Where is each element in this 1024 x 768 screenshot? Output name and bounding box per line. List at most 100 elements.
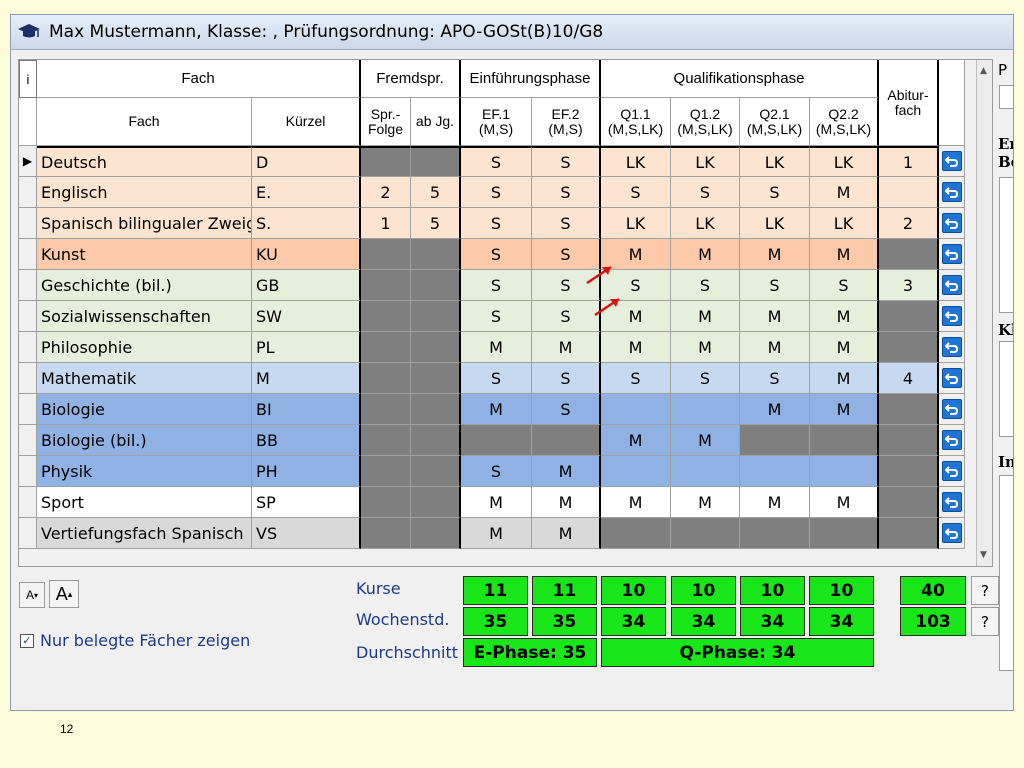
- cell-ef2[interactable]: S: [532, 146, 601, 177]
- cell-q12[interactable]: M: [671, 301, 740, 332]
- cell-q11[interactable]: [601, 456, 671, 487]
- cell-abi[interactable]: [879, 239, 939, 270]
- cell-q12[interactable]: [671, 394, 740, 425]
- row-selector[interactable]: [19, 456, 37, 487]
- cell-q22[interactable]: M: [810, 239, 879, 270]
- row-selector[interactable]: [19, 332, 37, 363]
- cell-ef1[interactable]: M: [461, 487, 532, 518]
- cell-ef1[interactable]: S: [461, 208, 532, 239]
- cell-ef1[interactable]: S: [461, 456, 532, 487]
- cell-ef2[interactable]: S: [532, 270, 601, 301]
- font-smaller-button[interactable]: A ▾: [19, 582, 45, 608]
- cell-spr[interactable]: [361, 425, 411, 456]
- current-row-icon[interactable]: ▶: [19, 146, 37, 177]
- cell-ef2[interactable]: S: [532, 394, 601, 425]
- cell-abi[interactable]: 2: [879, 208, 939, 239]
- cell-spr[interactable]: 1: [361, 208, 411, 239]
- panel-textarea[interactable]: [999, 341, 1013, 437]
- cell-q21[interactable]: M: [740, 394, 810, 425]
- panel-textarea[interactable]: [999, 177, 1013, 313]
- cell-q12[interactable]: M: [671, 487, 740, 518]
- row-selector[interactable]: [19, 270, 37, 301]
- cell-abjg[interactable]: [411, 425, 461, 456]
- cell-ef1[interactable]: M: [461, 332, 532, 363]
- cell-abi[interactable]: [879, 487, 939, 518]
- panel-select[interactable]: [999, 85, 1013, 109]
- cell-abi[interactable]: [879, 177, 939, 208]
- cell-q21[interactable]: [740, 518, 810, 549]
- row-selector[interactable]: [19, 208, 37, 239]
- cell-q21[interactable]: LK: [740, 146, 810, 177]
- row-selector[interactable]: [19, 394, 37, 425]
- cell-ef2[interactable]: S: [532, 301, 601, 332]
- cell-q12[interactable]: M: [671, 239, 740, 270]
- cell-q11[interactable]: S: [601, 363, 671, 394]
- undo-arrow-icon[interactable]: [941, 275, 962, 295]
- cell-abjg[interactable]: 5: [411, 177, 461, 208]
- cell-abjg[interactable]: [411, 363, 461, 394]
- wochenstd-help-button[interactable]: ?: [971, 607, 999, 636]
- cell-ef2[interactable]: S: [532, 239, 601, 270]
- undo-arrow-icon[interactable]: [941, 368, 962, 388]
- undo-arrow-icon[interactable]: [941, 337, 962, 357]
- cell-q12[interactable]: [671, 518, 740, 549]
- cell-q22[interactable]: M: [810, 332, 879, 363]
- cell-abjg[interactable]: [411, 239, 461, 270]
- cell-q21[interactable]: LK: [740, 208, 810, 239]
- cell-spr[interactable]: [361, 301, 411, 332]
- cell-q12[interactable]: S: [671, 363, 740, 394]
- cell-abjg[interactable]: [411, 456, 461, 487]
- cell-q22[interactable]: LK: [810, 208, 879, 239]
- cell-q22[interactable]: M: [810, 301, 879, 332]
- cell-ef2[interactable]: M: [532, 456, 601, 487]
- cell-q12[interactable]: S: [671, 270, 740, 301]
- undo-arrow-icon[interactable]: [941, 151, 962, 171]
- cell-spr[interactable]: [361, 270, 411, 301]
- cell-ef1[interactable]: S: [461, 177, 532, 208]
- cell-abi[interactable]: 4: [879, 363, 939, 394]
- kurse-help-button[interactable]: ?: [971, 576, 999, 605]
- cell-q11[interactable]: LK: [601, 146, 671, 177]
- cell-q22[interactable]: [810, 518, 879, 549]
- undo-arrow-icon[interactable]: [941, 182, 962, 202]
- undo-arrow-icon[interactable]: [941, 523, 962, 543]
- cell-abjg[interactable]: [411, 146, 461, 177]
- cell-abi[interactable]: 1: [879, 146, 939, 177]
- info-button[interactable]: i: [19, 60, 37, 98]
- cell-q21[interactable]: M: [740, 332, 810, 363]
- undo-arrow-icon[interactable]: [941, 399, 962, 419]
- undo-arrow-icon[interactable]: [941, 244, 962, 264]
- cell-q22[interactable]: M: [810, 177, 879, 208]
- cell-ef2[interactable]: S: [532, 208, 601, 239]
- cell-q12[interactable]: LK: [671, 146, 740, 177]
- cell-q11[interactable]: S: [601, 177, 671, 208]
- cell-ef2[interactable]: M: [532, 332, 601, 363]
- cell-q12[interactable]: M: [671, 332, 740, 363]
- cell-q12[interactable]: [671, 456, 740, 487]
- row-selector[interactable]: [19, 177, 37, 208]
- only-assigned-checkbox-row[interactable]: ✓ Nur belegte Fächer zeigen: [20, 631, 250, 650]
- cell-q11[interactable]: M: [601, 301, 671, 332]
- cell-spr[interactable]: [361, 394, 411, 425]
- row-selector[interactable]: [19, 518, 37, 549]
- cell-q22[interactable]: M: [810, 487, 879, 518]
- undo-arrow-icon[interactable]: [941, 430, 962, 450]
- row-selector[interactable]: [19, 425, 37, 456]
- cell-spr[interactable]: [361, 363, 411, 394]
- undo-arrow-icon[interactable]: [941, 461, 962, 481]
- row-selector[interactable]: [19, 363, 37, 394]
- cell-q12[interactable]: S: [671, 177, 740, 208]
- cell-q11[interactable]: M: [601, 239, 671, 270]
- cell-ef1[interactable]: S: [461, 239, 532, 270]
- cell-q11[interactable]: M: [601, 332, 671, 363]
- cell-abjg[interactable]: [411, 332, 461, 363]
- cell-ef1[interactable]: S: [461, 146, 532, 177]
- cell-ef2[interactable]: S: [532, 177, 601, 208]
- cell-q22[interactable]: [810, 425, 879, 456]
- cell-q21[interactable]: S: [740, 363, 810, 394]
- cell-abjg[interactable]: 5: [411, 208, 461, 239]
- cell-ef2[interactable]: [532, 425, 601, 456]
- cell-q11[interactable]: M: [601, 487, 671, 518]
- cell-q21[interactable]: [740, 456, 810, 487]
- cell-q22[interactable]: [810, 456, 879, 487]
